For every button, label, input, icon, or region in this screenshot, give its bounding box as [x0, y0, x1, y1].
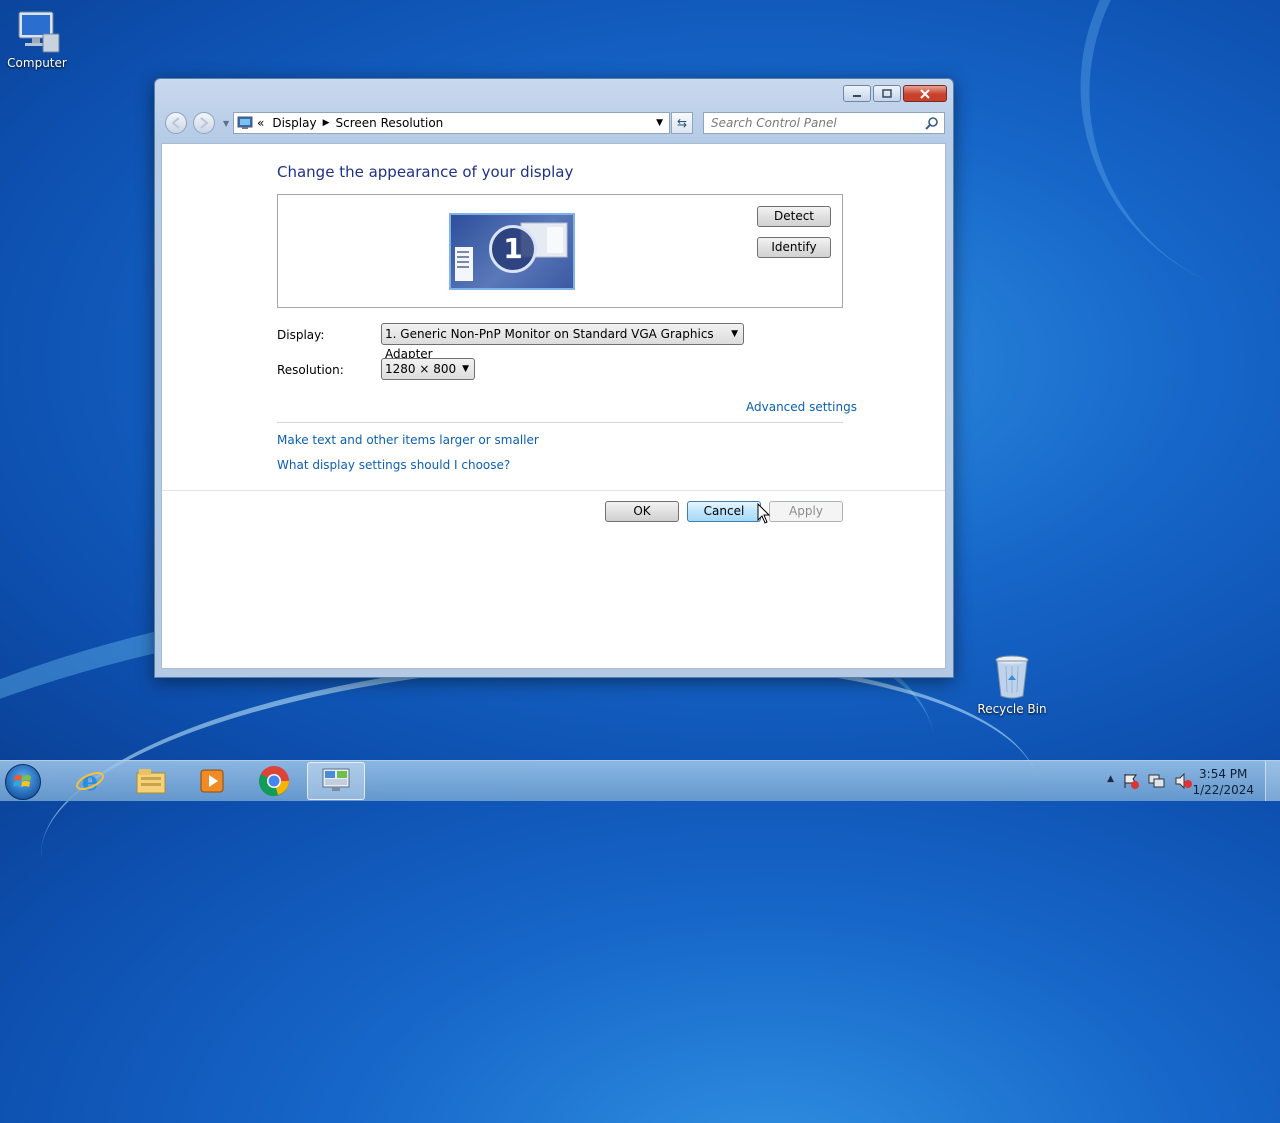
refresh-icon: ⇆ — [676, 116, 688, 130]
taskbar: e ▲ 3:54 PM 1/22/2024 — [0, 760, 1280, 801]
minimize-button[interactable] — [843, 85, 871, 102]
internet-explorer-icon: e — [76, 767, 104, 796]
minimize-icon — [853, 94, 861, 97]
resolution-select-value: 1280 × 800 — [385, 362, 457, 376]
windows-logo-icon — [13, 775, 31, 787]
window-caption-buttons — [843, 85, 947, 102]
desktop-icon-computer[interactable]: Computer — [0, 10, 77, 70]
taskbar-chrome[interactable] — [245, 762, 303, 800]
file-explorer-icon — [136, 769, 166, 794]
volume-muted-icon[interactable] — [1174, 773, 1192, 789]
breadcrumb-screen-resolution[interactable]: Screen Resolution — [336, 116, 444, 130]
address-dropdown-icon[interactable]: ▼ — [656, 118, 663, 128]
recent-pages-chevron-icon[interactable]: ▼ — [223, 119, 229, 128]
close-button[interactable] — [903, 85, 947, 102]
clock[interactable]: 3:54 PM 1/22/2024 — [1192, 766, 1254, 798]
desktop-icon-label: Computer — [7, 56, 67, 70]
clock-date: 1/22/2024 — [1192, 783, 1254, 797]
apply-button[interactable]: Apply — [769, 501, 843, 522]
close-icon — [920, 88, 930, 99]
mouse-cursor-icon — [757, 503, 771, 524]
search-input[interactable] — [704, 115, 925, 131]
show-hidden-icons-chevron-icon[interactable]: ▲ — [1107, 774, 1114, 784]
breadcrumb-root-chevron[interactable]: « — [257, 116, 264, 130]
chrome-icon — [259, 766, 289, 797]
control-panel-icon — [322, 768, 350, 791]
svg-text:e: e — [82, 767, 99, 796]
taskbar-media-player[interactable] — [183, 762, 241, 800]
divider — [277, 422, 843, 423]
search-icon[interactable] — [925, 116, 938, 130]
back-arrow-icon — [171, 117, 180, 129]
display-label: Display: — [277, 328, 325, 342]
content-pane: Change the appearance of your display 1 … — [161, 143, 946, 669]
taskbar-internet-explorer[interactable]: e — [61, 762, 119, 800]
action-center-flag-icon[interactable] — [1122, 773, 1140, 789]
page-title: Change the appearance of your display — [277, 163, 574, 181]
network-icon[interactable] — [1148, 773, 1166, 789]
back-button[interactable] — [165, 112, 187, 134]
display-help-link[interactable]: What display settings should I choose? — [277, 458, 510, 472]
advanced-settings-link[interactable]: Advanced settings — [746, 400, 857, 414]
monitor-1-thumbnail[interactable]: 1 — [449, 213, 575, 290]
start-button[interactable] — [5, 764, 41, 800]
display-select-value: 1. Generic Non-PnP Monitor on Standard V… — [385, 327, 714, 361]
identify-button[interactable]: Identify — [757, 237, 831, 258]
wallpaper-swoosh — [1021, 0, 1280, 361]
show-desktop-button[interactable] — [1265, 761, 1280, 801]
monitor-arrangement-panel: 1 Detect Identify — [277, 194, 843, 308]
breadcrumb-display[interactable]: Display — [272, 116, 316, 130]
monitor-number: 1 — [489, 225, 537, 273]
ok-button[interactable]: OK — [605, 501, 679, 522]
refresh-button[interactable]: ⇆ — [671, 112, 693, 134]
chevron-down-icon: ▼ — [731, 329, 738, 339]
resolution-label: Resolution: — [277, 363, 344, 377]
media-player-icon — [200, 769, 224, 793]
breadcrumb-separator-icon[interactable]: ▶ — [323, 118, 330, 128]
maximize-icon — [882, 89, 892, 98]
wallpaper-swoosh — [29, 625, 1051, 1021]
cancel-button[interactable]: Cancel — [687, 501, 761, 522]
forward-button[interactable] — [193, 112, 215, 134]
button-divider — [162, 490, 945, 491]
navigation-bar: ▼ « Display ▶ Screen Resolution ▼ ⇆ — [163, 111, 945, 137]
text-size-link[interactable]: Make text and other items larger or smal… — [277, 433, 539, 447]
screen-resolution-window: ▼ « Display ▶ Screen Resolution ▼ ⇆ Chan… — [154, 78, 954, 678]
resolution-select[interactable]: 1280 × 800 ▼ — [381, 358, 475, 380]
detect-button[interactable]: Detect — [757, 206, 831, 227]
recycle-bin-icon — [995, 655, 1029, 699]
desktop-icon-label: Recycle Bin — [977, 702, 1047, 716]
forward-arrow-icon — [200, 117, 209, 129]
desktop-icon-recycle-bin[interactable]: Recycle Bin — [972, 654, 1052, 716]
clock-time: 3:54 PM — [1199, 767, 1248, 781]
search-box[interactable] — [703, 112, 945, 134]
display-control-panel-icon — [237, 116, 253, 129]
computer-icon — [18, 11, 60, 53]
address-bar[interactable]: « Display ▶ Screen Resolution ▼ — [233, 112, 670, 134]
maximize-button[interactable] — [873, 85, 901, 102]
taskbar-file-explorer[interactable] — [122, 762, 180, 800]
display-select[interactable]: 1. Generic Non-PnP Monitor on Standard V… — [381, 323, 744, 361]
taskbar-control-panel[interactable] — [307, 762, 365, 800]
chevron-down-icon: ▼ — [462, 364, 469, 374]
